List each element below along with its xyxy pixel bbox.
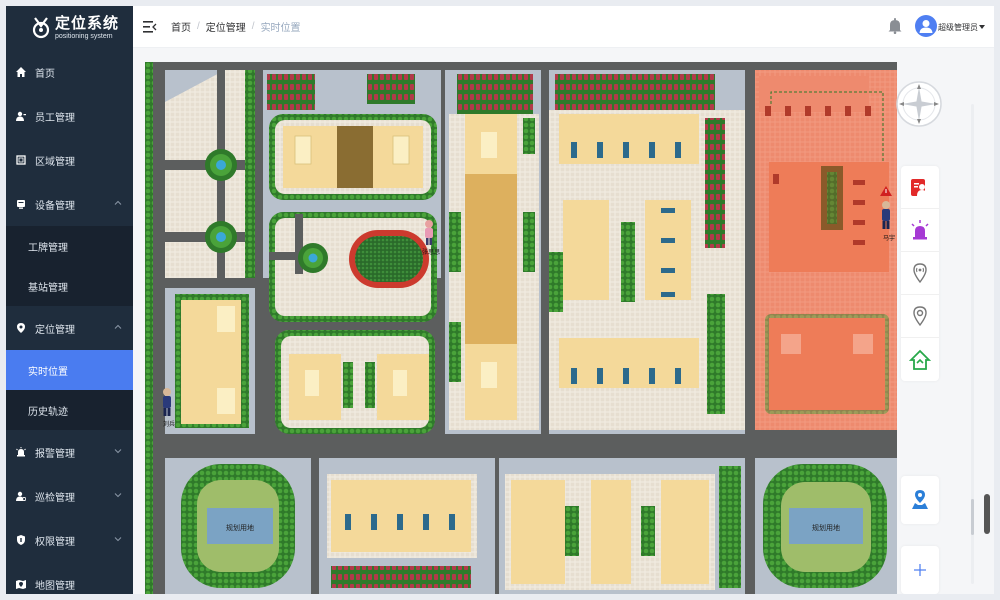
map-icon xyxy=(15,578,27,590)
alarm-icon xyxy=(15,446,27,458)
chevron-down-icon xyxy=(114,449,122,454)
alarm-light-tool-button[interactable] xyxy=(901,209,939,252)
site-map-canvas: 规划用地 规划用地 张思思 刘兵 马宇 xyxy=(145,62,897,594)
user-icon xyxy=(15,110,27,122)
sidebar-item-label: 权限管理 xyxy=(35,536,75,548)
compass-icon[interactable] xyxy=(895,80,943,128)
person-pin-tool-button[interactable] xyxy=(901,476,939,524)
map-toolbar xyxy=(896,62,942,594)
sidebar-subitem-realtime[interactable]: 实时位置 xyxy=(6,350,133,390)
sidebar-item-location[interactable]: 定位管理 xyxy=(6,306,133,350)
sidebar-item-label: 地图管理 xyxy=(35,580,75,592)
sidebar-item-patrol[interactable]: 巡检管理 xyxy=(6,474,133,518)
add-tool-button[interactable] xyxy=(901,546,939,594)
sidebar-subitem-base-station[interactable]: 基站管理 xyxy=(6,266,133,306)
app-root: 定位系统 positioning system 首页 员工管理 区域管理 设备管… xyxy=(0,0,1000,600)
sidebar-item-label: 定位管理 xyxy=(35,324,75,336)
site-map[interactable]: 规划用地 规划用地 张思思 刘兵 马宇 xyxy=(145,62,897,594)
sidebar-item-permission[interactable]: 权限管理 xyxy=(6,518,133,562)
base-station-icon xyxy=(913,263,927,284)
breadcrumb-home[interactable]: 首页 xyxy=(171,19,191,34)
chevron-down-icon xyxy=(114,537,122,542)
location-pin-tool-button[interactable] xyxy=(901,295,939,338)
top-header: 首页 / 定位管理 / 实时位置 超级管理员 xyxy=(133,6,994,48)
alarm-light-icon xyxy=(911,220,929,240)
sidebar-item-label: 巡检管理 xyxy=(35,492,75,504)
avatar[interactable] xyxy=(915,15,937,37)
map-tool-group xyxy=(901,166,939,381)
sidebar-subitem-history[interactable]: 历史轨迹 xyxy=(6,390,133,430)
base-station-tool-button[interactable] xyxy=(901,252,939,295)
person-pin-icon xyxy=(912,490,928,509)
sidebar: 定位系统 positioning system 首页 员工管理 区域管理 设备管… xyxy=(6,6,133,594)
sidebar-subitem-badge[interactable]: 工牌管理 xyxy=(6,226,133,266)
window-scroll-grip[interactable] xyxy=(984,494,990,534)
sidebar-item-label: 设备管理 xyxy=(35,200,75,212)
sidebar-item-label: 区域管理 xyxy=(35,156,75,168)
breadcrumb-current: 实时位置 xyxy=(260,23,301,34)
home-zone-tool-button[interactable] xyxy=(901,338,939,381)
badge-tool-button[interactable] xyxy=(901,166,939,209)
logo-icon xyxy=(32,17,50,39)
home-icon xyxy=(15,66,27,78)
home-zone-icon xyxy=(909,349,931,370)
logo-title: 定位系统 xyxy=(55,15,120,32)
main-content: 规划用地 规划用地 张思思 刘兵 马宇 xyxy=(133,48,994,594)
zone-label-right: 规划用地 xyxy=(812,523,840,532)
sidebar-item-label: 首页 xyxy=(35,68,55,80)
marker-label: 马宇 xyxy=(883,234,895,242)
chevron-up-icon xyxy=(114,200,122,205)
area-icon xyxy=(15,154,27,166)
menu-toggle-icon[interactable] xyxy=(143,20,157,33)
device-icon xyxy=(15,198,27,210)
badge-icon xyxy=(911,179,927,196)
zone-label-left: 规划用地 xyxy=(226,523,254,532)
user-avatar-icon xyxy=(919,20,933,33)
sidebar-item-area[interactable]: 区域管理 xyxy=(6,138,133,182)
marker-label: 刘兵 xyxy=(163,420,175,428)
chevron-down-icon xyxy=(114,493,122,498)
chevron-up-icon xyxy=(114,324,122,329)
sidebar-item-label: 报警管理 xyxy=(35,448,75,460)
logo: 定位系统 positioning system xyxy=(6,6,133,50)
sidebar-item-home[interactable]: 首页 xyxy=(6,50,133,94)
breadcrumb-location[interactable]: 定位管理 xyxy=(206,19,246,34)
sidebar-item-staff[interactable]: 员工管理 xyxy=(6,94,133,138)
logo-subtitle: positioning system xyxy=(55,33,113,40)
user-name[interactable]: 超级管理员 xyxy=(938,22,978,33)
location-pin-icon xyxy=(913,306,927,327)
sidebar-item-label: 员工管理 xyxy=(35,112,75,124)
sidebar-item-alarm[interactable]: 报警管理 xyxy=(6,430,133,474)
bell-icon[interactable] xyxy=(888,18,902,34)
location-icon xyxy=(15,322,27,334)
scrollbar[interactable] xyxy=(971,104,974,584)
sidebar-item-map[interactable]: 地图管理 xyxy=(6,562,133,594)
breadcrumb-separator: / xyxy=(251,21,255,32)
marker-label: 张思思 xyxy=(422,248,440,256)
patrol-icon xyxy=(15,490,27,502)
shield-icon xyxy=(15,534,27,546)
sidebar-item-device[interactable]: 设备管理 xyxy=(6,182,133,226)
scrollbar-thumb[interactable] xyxy=(971,499,974,535)
user-menu-caret-icon[interactable] xyxy=(979,25,985,29)
window-frame: 定位系统 positioning system 首页 员工管理 区域管理 设备管… xyxy=(6,6,994,594)
breadcrumb-separator: / xyxy=(197,21,200,32)
plus-icon xyxy=(914,564,926,576)
